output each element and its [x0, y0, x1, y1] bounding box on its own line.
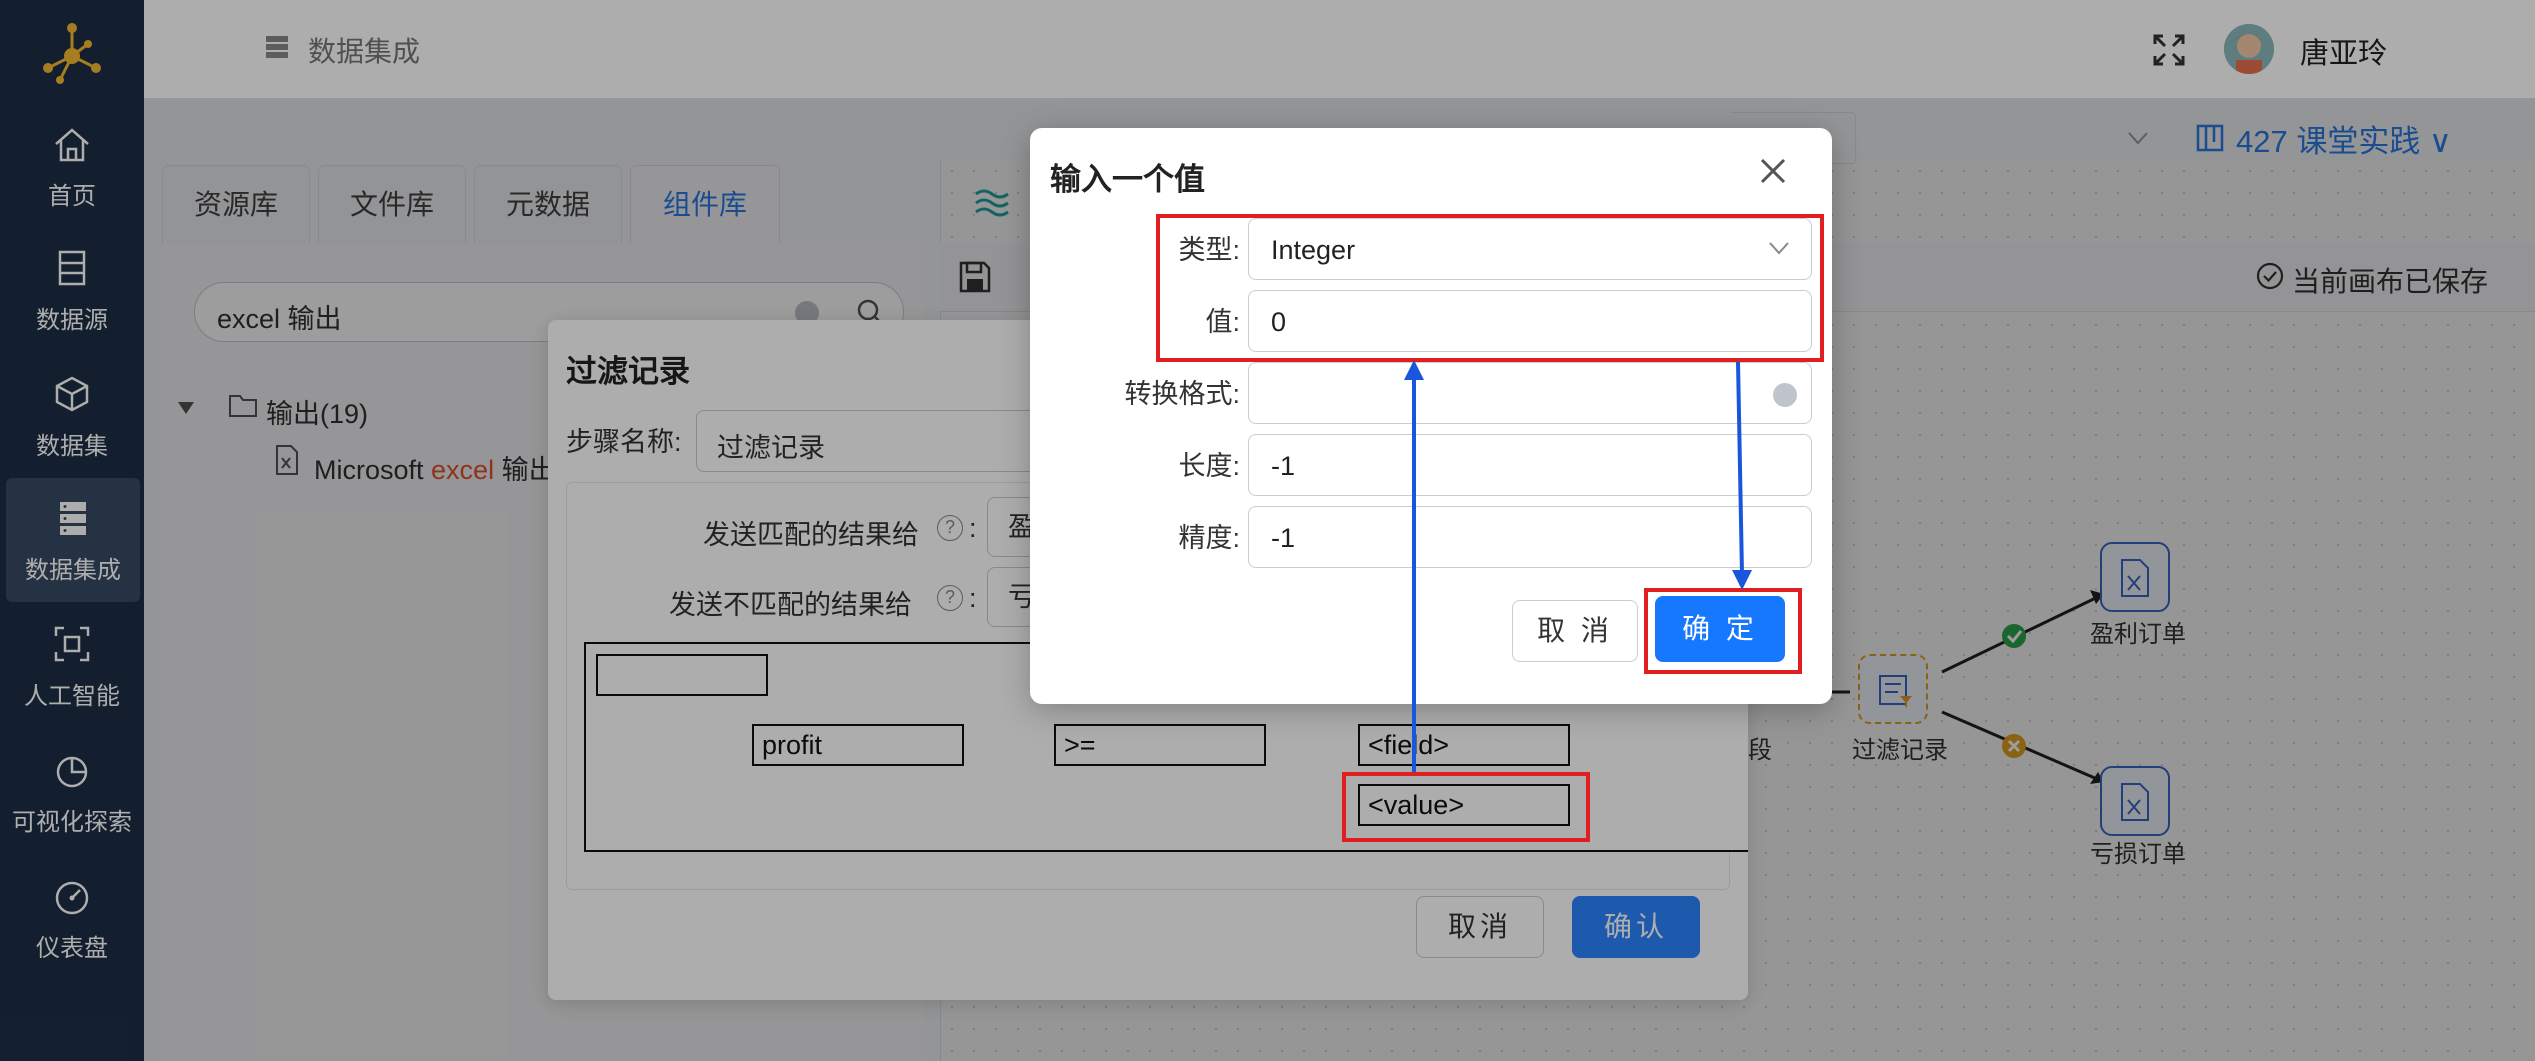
precision-label: 精度:: [1178, 523, 1240, 553]
close-icon[interactable]: [1756, 154, 1790, 188]
format-label: 转换格式:: [1124, 379, 1240, 409]
length-label: 长度:: [1178, 451, 1240, 481]
length-value: -1: [1271, 451, 1296, 481]
highlight-value-cell-box: [1342, 772, 1590, 842]
highlight-ok-button-box: [1644, 588, 1802, 674]
cancel-button[interactable]: 取 消: [1512, 600, 1638, 662]
precision-value: -1: [1271, 523, 1296, 553]
clear-icon[interactable]: [1773, 383, 1797, 407]
length-input[interactable]: -1: [1248, 434, 1812, 496]
precision-input[interactable]: -1: [1248, 506, 1812, 568]
dialog-title: 输入一个值: [1050, 162, 1205, 197]
highlight-type-value-box: [1156, 214, 1824, 362]
format-select[interactable]: [1248, 362, 1812, 424]
